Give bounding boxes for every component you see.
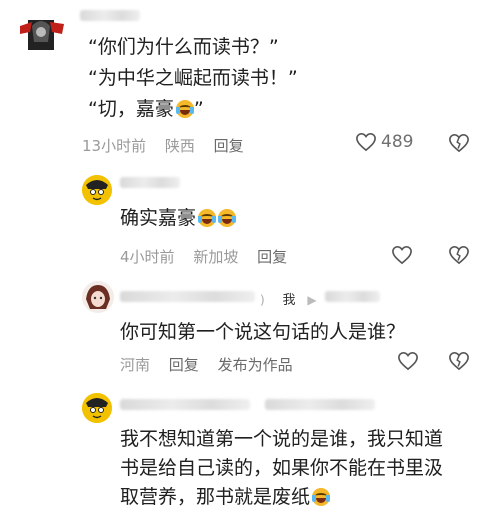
- reply-to-username-blurred[interactable]: [325, 291, 380, 302]
- broken-heart-icon: [449, 351, 469, 371]
- dislike-button[interactable]: [448, 351, 470, 371]
- comment-line: “你们为什么而读书？”: [88, 36, 279, 58]
- reply-button[interactable]: 回复: [257, 248, 287, 266]
- comment-line-3: “切，嘉豪 ”: [88, 95, 204, 124]
- comment-line: 书是给自己读的，如果你不能在书里汲: [120, 457, 444, 479]
- comment-text: 你可知第一个说这句话的人是谁？: [120, 321, 406, 343]
- laugh-cry-emoji-icon: [312, 488, 331, 506]
- heart-outline-icon: [356, 132, 376, 152]
- comment-text: 确实嘉豪: [120, 204, 237, 233]
- laugh-cry-emoji-icon: [218, 209, 237, 227]
- avatar[interactable]: [82, 393, 112, 423]
- comment-location: 陕西: [164, 137, 195, 155]
- reply-to-marker: 我: [282, 293, 296, 308]
- comment-meta: 4小时前 新加坡 回复: [120, 246, 301, 267]
- comment-line-3: 取营养，那书就是废纸: [120, 483, 331, 512]
- comment-line-text: “切，嘉豪: [88, 98, 174, 120]
- comment-meta: 13小时前 陕西 回复: [82, 135, 258, 156]
- cartoon-avatar-icon: [82, 393, 112, 423]
- top-comment: “你们为什么而读书？” “为中华之崛起而读书！” “切，嘉豪 ” 13小时前 陕西…: [0, 0, 493, 165]
- laugh-cry-emoji-icon: [198, 209, 217, 227]
- dislike-button[interactable]: [448, 133, 470, 153]
- comment-meta: 河南 回复 发布为作品: [120, 354, 307, 375]
- like-count: 489: [381, 132, 414, 152]
- laugh-cry-emoji-icon: [175, 100, 194, 118]
- username-blurred[interactable]: [120, 177, 180, 188]
- comment-line: “为中华之崛起而读书！”: [88, 67, 298, 89]
- comment-line-suffix: ”: [193, 98, 204, 120]
- broken-heart-icon: [449, 245, 469, 265]
- heart-outline-icon: [398, 351, 418, 371]
- like-button[interactable]: 489: [355, 132, 413, 152]
- username-blurred[interactable]: [80, 10, 140, 21]
- reply-button[interactable]: 回复: [169, 356, 199, 374]
- dislike-button[interactable]: [448, 245, 470, 265]
- username-blurred[interactable]: [120, 291, 255, 302]
- comment-time: 13小时前: [82, 137, 147, 155]
- comment-time: 4小时前: [120, 248, 175, 266]
- reply-button[interactable]: 回复: [214, 137, 244, 155]
- comment-line-text: 取营养，那书就是废纸: [120, 486, 311, 508]
- reply-to-indicator: ) 我 ▶: [260, 293, 317, 308]
- broken-heart-icon: [449, 133, 469, 153]
- heart-outline-icon: [392, 245, 412, 265]
- publish-as-work-button[interactable]: 发布为作品: [218, 356, 293, 374]
- comment-location: 新加坡: [193, 248, 239, 266]
- avatar[interactable]: [82, 281, 114, 313]
- comment-text-content: 确实嘉豪: [120, 207, 197, 229]
- anime-avatar-icon: [82, 281, 114, 313]
- like-button[interactable]: [391, 245, 413, 265]
- comment-line: 我不想知道第一个说的是谁，我只知道: [120, 428, 444, 450]
- comment-location: 河南: [120, 356, 151, 374]
- like-button[interactable]: [397, 351, 419, 371]
- reply-comment: 我不想知道第一个说的是谁，我只知道 书是给自己读的，如果你不能在书里汲 取营养，…: [0, 385, 493, 508]
- avatar-image-icon: [20, 20, 64, 50]
- reply-to-username-blurred[interactable]: [265, 399, 375, 410]
- username-blurred[interactable]: [120, 399, 250, 410]
- reply-comment: ) 我 ▶ 你可知第一个说这句话的人是谁？ 河南 回复 发布为作品: [0, 275, 493, 385]
- avatar[interactable]: [82, 175, 112, 205]
- cartoon-avatar-icon: [82, 175, 112, 205]
- avatar[interactable]: [14, 12, 68, 58]
- reply-comment: 确实嘉豪 4小时前 新加坡 回复: [0, 165, 493, 275]
